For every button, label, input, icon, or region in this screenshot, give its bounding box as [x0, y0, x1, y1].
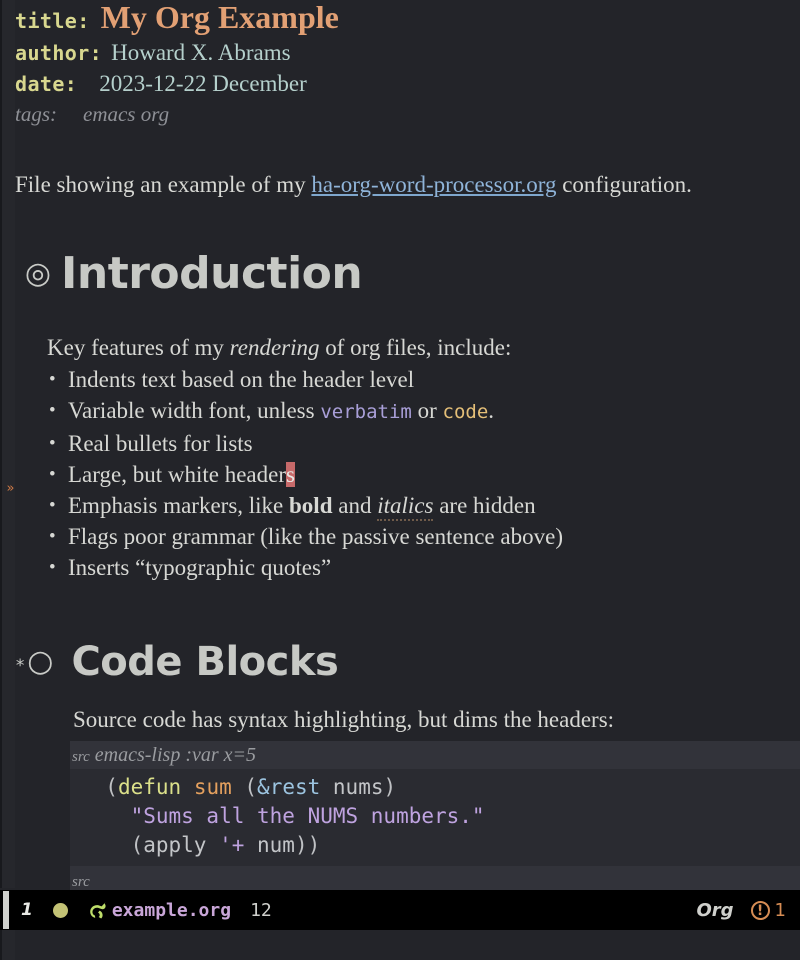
- org-buffer[interactable]: title: My Org Example author: Howard X. …: [15, 0, 800, 894]
- lead-before-italic: Key features of my: [47, 335, 230, 360]
- feature-emphasis-prefix: Emphasis markers, like: [68, 493, 290, 518]
- keyword-line-tags: tags: emacs org: [15, 102, 800, 136]
- keyword-label-tags: tags:: [15, 102, 57, 126]
- list-item: Emphasis markers, like bold and italics …: [47, 490, 800, 521]
- heading-stars: *: [15, 655, 26, 676]
- document-title: My Org Example: [100, 0, 339, 35]
- code-token: (: [80, 775, 118, 799]
- code-token: '+: [219, 833, 245, 857]
- feature-emphasis-suffix: are hidden: [433, 493, 536, 518]
- code-line-defun: (defun sum (&rest nums): [70, 773, 800, 802]
- warning-count: 1: [774, 899, 786, 921]
- verbatim-sample: verbatim: [320, 401, 412, 423]
- feature-bullets: Real bullets for lists: [68, 431, 253, 456]
- italics-sample: italics: [377, 493, 434, 521]
- code-token: ): [383, 775, 397, 799]
- major-mode-label[interactable]: Org: [696, 900, 733, 921]
- left-fringe: »: [0, 0, 15, 888]
- keyword-line-title: title: My Org Example: [15, 0, 800, 40]
- bold-sample: bold: [289, 493, 333, 518]
- feature-list: Indents text based on the header level V…: [47, 364, 800, 583]
- feature-varwidth-prefix: Variable width font, unless: [68, 398, 321, 423]
- list-item: Variable width font, unless verbatim or …: [47, 395, 800, 428]
- mode-line-left: 1 example.org 12: [9, 899, 696, 921]
- feature-quotes: Inserts “typographic quotes”: [68, 555, 332, 580]
- begin-src-args: emacs-lisp :var x=5: [94, 744, 257, 766]
- document-author: Howard X. Abrams: [111, 40, 291, 65]
- echo-area[interactable]: [0, 930, 800, 960]
- keyword-line-date: date: 2023-12-22 December: [15, 71, 800, 102]
- list-item: Indents text based on the header level: [47, 364, 800, 395]
- code-token: sum: [193, 775, 232, 799]
- intro-text-before: File showing an example of my: [15, 172, 312, 197]
- source-block-code[interactable]: (defun sum (&rest nums) "Sums all the NU…: [70, 769, 800, 866]
- code-token: apply: [143, 833, 220, 857]
- window-number: 1: [21, 900, 33, 920]
- document-tags: emacs org: [83, 102, 170, 126]
- feature-varwidth-middle: or: [411, 398, 443, 423]
- list-item: Flags poor grammar (like the passive sen…: [47, 521, 800, 552]
- code-line-apply: (apply '+ num)): [70, 831, 800, 860]
- code-token: &rest: [257, 775, 321, 799]
- source-block-begin-line: src emacs-lisp :var x=5: [70, 741, 800, 769]
- emacs-frame: » title: My Org Example author: Howard X…: [0, 0, 800, 960]
- heading-introduction-label: Introduction: [61, 248, 363, 299]
- feature-varwidth-suffix: .: [488, 398, 495, 423]
- feature-emphasis-middle: and: [332, 493, 378, 518]
- heading-bullet-icon: ◎: [24, 256, 52, 291]
- lead-after-italic: of org files, include:: [319, 335, 512, 360]
- feature-headers-prefix: Large, but white header: [68, 462, 286, 487]
- introduction-lead: Key features of my rendering of org file…: [47, 332, 800, 363]
- code-token: (: [80, 833, 144, 857]
- lead-italic: rendering: [229, 335, 320, 360]
- warning-icon: !: [750, 900, 770, 920]
- modified-state-dot-icon[interactable]: [52, 902, 68, 918]
- list-item: Large, but white headers: [47, 459, 800, 490]
- keyword-label-author: author:: [15, 41, 103, 65]
- cursor-position: 12: [250, 899, 272, 921]
- mode-line[interactable]: 1 example.org 12 Org ! 1: [0, 890, 800, 930]
- document-date: 2023-12-22 December: [99, 71, 307, 96]
- list-item: Inserts “typographic quotes”: [47, 552, 800, 583]
- text-cursor: s: [285, 462, 295, 487]
- feature-grammar: Flags poor grammar (like the passive sen…: [68, 524, 563, 549]
- code-token: "Sums all the NUMS numbers.": [80, 804, 485, 828]
- org-file-link[interactable]: ha-org-word-processor.org: [311, 172, 556, 197]
- intro-text-after: configuration.: [556, 172, 692, 197]
- unicorn-icon: [87, 899, 109, 921]
- heading-code-blocks-label: Code Blocks: [71, 639, 339, 685]
- heading-introduction[interactable]: ◎ Introduction: [15, 242, 800, 306]
- flycheck-warning-indicator[interactable]: ! 1: [750, 899, 786, 921]
- begin-src-keyword: src: [72, 749, 90, 765]
- mode-line-right: Org ! 1: [696, 900, 800, 921]
- echo-area-fringe: [0, 930, 15, 960]
- code-token: defun: [117, 775, 182, 799]
- code-token: )): [294, 833, 321, 857]
- buffer-name[interactable]: example.org: [112, 900, 231, 921]
- heading-bullet-icon: ○: [27, 644, 54, 679]
- code-token: nums: [320, 775, 384, 799]
- heading-code-blocks[interactable]: * ○ Code Blocks: [15, 631, 800, 693]
- keyword-label-title: title:: [15, 9, 90, 33]
- source-block[interactable]: src emacs-lisp :var x=5 (defun sum (&res…: [70, 741, 800, 894]
- code-token: (: [231, 775, 258, 799]
- intro-paragraph: File showing an example of my ha-org-wor…: [15, 170, 800, 200]
- code-blocks-lead: Source code has syntax highlighting, but…: [73, 707, 615, 732]
- code-token: num: [244, 833, 295, 857]
- code-sample: code: [442, 401, 489, 423]
- keyword-line-author: author: Howard X. Abrams: [15, 40, 800, 71]
- keyword-label-date: date:: [15, 72, 78, 96]
- feature-indents: Indents text based on the header level: [68, 367, 415, 392]
- code-line-docstring: "Sums all the NUMS numbers.": [70, 802, 800, 831]
- list-item: Real bullets for lists: [47, 428, 800, 459]
- end-src-keyword: src: [72, 874, 90, 890]
